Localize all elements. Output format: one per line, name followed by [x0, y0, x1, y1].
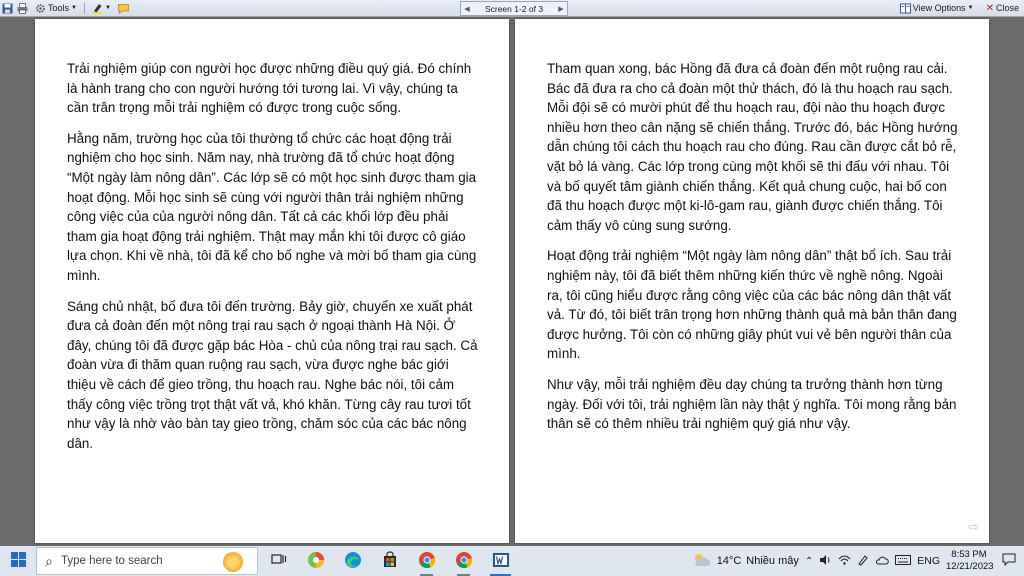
- paragraph: Hằng năm, trường học của tôi thường tổ c…: [67, 130, 477, 283]
- next-page-arrow-icon[interactable]: ⇨: [968, 519, 979, 535]
- screen-navigator: ◀ Screen 1-2 of 3 ▶: [460, 1, 568, 16]
- highlight-menu-button[interactable]: ▼: [89, 1, 114, 15]
- close-icon: ✕: [985, 2, 994, 14]
- previous-screen-button[interactable]: ◀: [461, 5, 473, 13]
- taskbar-app-chrome-2[interactable]: [445, 546, 482, 576]
- gear-icon: [35, 3, 46, 14]
- taskbar-app-edge[interactable]: [334, 546, 371, 576]
- print-icon[interactable]: [17, 2, 28, 14]
- show-hidden-icons-chevron-icon[interactable]: ⌃: [805, 556, 813, 567]
- start-button[interactable]: [0, 546, 36, 576]
- keyboard-icon[interactable]: [895, 554, 912, 568]
- speaker-icon[interactable]: [819, 554, 832, 569]
- divider: [83, 2, 85, 14]
- weather-description: Nhiều mây: [746, 555, 799, 567]
- language-indicator[interactable]: ENG: [917, 555, 940, 567]
- next-screen-button[interactable]: ▶: [555, 5, 567, 13]
- taskbar-app-store[interactable]: [371, 546, 408, 576]
- search-icon: ⌕: [45, 552, 53, 569]
- clock[interactable]: 8:53 PM 12/21/2023: [946, 549, 994, 573]
- clock-time: 8:53 PM: [951, 549, 987, 560]
- view-options-label: View Options: [912, 3, 966, 13]
- edge-icon: [344, 551, 362, 572]
- document-page-left: Trải nghiệm giúp con người học được nhữn…: [35, 19, 509, 543]
- paragraph: Trải nghiệm giúp con người học được nhữn…: [67, 61, 472, 116]
- clock-date: 12/21/2023: [946, 561, 994, 572]
- cloud-sync-icon[interactable]: [875, 555, 889, 568]
- document-page-right: Tham quan xong, bác Hồng đã đưa cả đoàn …: [515, 19, 989, 543]
- taskbar-app-word[interactable]: [482, 546, 519, 576]
- close-label: Close: [995, 3, 1019, 13]
- chrome-icon: [418, 551, 436, 572]
- tools-label: Tools: [48, 3, 70, 13]
- system-tray: 14°C Nhiều mây ⌃ ENG 8:53 PM 12/21/2023: [692, 546, 1024, 576]
- pen-ink-icon[interactable]: [857, 554, 869, 569]
- app-swirl-icon: [307, 551, 325, 572]
- view-options-button[interactable]: View Options ▼: [897, 1, 977, 15]
- temperature: 14°C: [716, 555, 742, 567]
- taskbar-app-chrome-1[interactable]: [408, 546, 445, 576]
- task-view-button[interactable]: [260, 546, 297, 576]
- taskbar-app-colorful[interactable]: [297, 546, 334, 576]
- screen-indicator[interactable]: Screen 1-2 of 3: [485, 4, 543, 14]
- word-icon: [492, 551, 510, 572]
- cloudy-weather-icon: [692, 552, 712, 571]
- chrome-icon: [455, 551, 473, 572]
- paragraph: Hoạt động trải nghiệm “Một ngày làm nông…: [547, 248, 957, 362]
- notification-center-icon[interactable]: [998, 553, 1020, 569]
- search-placeholder: Type here to search: [61, 555, 163, 567]
- page-text: Trải nghiệm giúp con người học được nhữn…: [67, 59, 481, 464]
- save-icon[interactable]: [2, 3, 13, 14]
- highlighter-icon: [92, 3, 103, 14]
- reading-mode-toolbar: Tools ▼ ▼ ◀ Screen 1-2 of 3 ▶ View Optio…: [0, 0, 1024, 17]
- windows-taskbar: ⌕ Type here to search 14°C Nhiều mây ⌃ E…: [0, 546, 1024, 576]
- chevron-down-icon: ▼: [967, 5, 974, 11]
- task-view-icon: [270, 553, 287, 570]
- paragraph: Tham quan xong, bác Hồng đã đưa cả đoàn …: [547, 61, 958, 233]
- taskbar-search-box[interactable]: ⌕ Type here to search: [36, 547, 258, 575]
- weather-widget[interactable]: 14°C Nhiều mây: [692, 552, 799, 571]
- network-wifi-icon[interactable]: [838, 554, 851, 569]
- close-button[interactable]: ✕ Close: [983, 1, 1022, 15]
- page-text: Tham quan xong, bác Hồng đã đưa cả đoàn …: [547, 59, 961, 445]
- paragraph: Như vậy, mỗi trải nghiệm đều dạy chúng t…: [547, 376, 957, 432]
- store-icon: [381, 550, 399, 572]
- chevron-down-icon: ▼: [71, 5, 77, 11]
- chevron-down-icon: ▼: [104, 5, 111, 11]
- view-options-icon: [899, 3, 911, 14]
- search-highlight-icon: [223, 552, 243, 572]
- tools-menu-button[interactable]: Tools ▼: [32, 1, 80, 15]
- windows-logo-icon: [10, 552, 26, 570]
- comment-icon[interactable]: [118, 3, 129, 14]
- paragraph: Sáng chủ nhật, bố đưa tôi đến trường. Bả…: [67, 298, 478, 451]
